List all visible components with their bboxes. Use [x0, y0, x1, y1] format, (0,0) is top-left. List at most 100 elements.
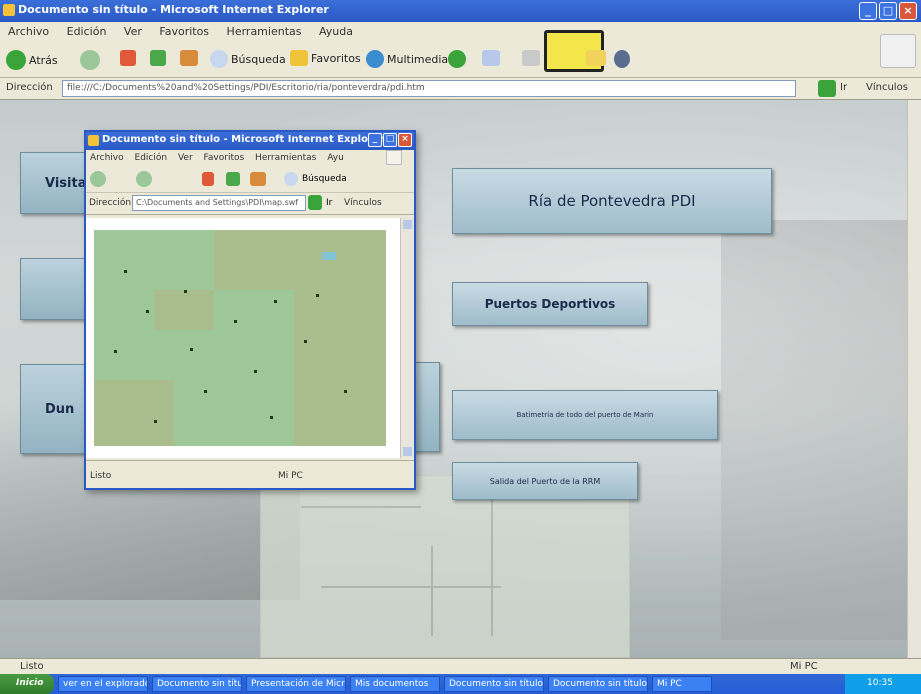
stop-icon: [120, 50, 136, 66]
mail-icon: [482, 50, 500, 66]
forward-button[interactable]: [80, 50, 100, 70]
popup-menu-ver[interactable]: Ver: [178, 153, 193, 163]
side-button-2[interactable]: [20, 258, 90, 320]
menu-bar: Archivo Edición Ver Favoritos Herramient…: [0, 22, 921, 42]
task-item[interactable]: Mis documentos: [350, 676, 440, 692]
status-text: Listo: [20, 661, 44, 672]
popup-home-icon[interactable]: [250, 172, 266, 186]
popup-menu-archivo[interactable]: Archivo: [90, 153, 124, 163]
background-map: [260, 475, 630, 658]
popup-window: Documento sin título - Microsoft Interne…: [84, 130, 416, 490]
popup-minimize-button[interactable]: _: [368, 133, 382, 147]
go-label[interactable]: Ir: [840, 82, 847, 93]
start-button[interactable]: Inicio: [0, 674, 54, 694]
search-icon: [210, 50, 228, 68]
menu-ayuda[interactable]: Ayuda: [319, 25, 353, 38]
print-button[interactable]: [522, 50, 540, 66]
status-bar: Listo Mi PC: [0, 658, 921, 674]
refresh-icon: [150, 50, 166, 66]
maximize-button[interactable]: □: [879, 2, 897, 20]
menu-favoritos[interactable]: Favoritos: [159, 25, 209, 38]
popup-title: Documento sin título - Microsoft Interne…: [102, 134, 385, 145]
task-item[interactable]: Mi PC: [652, 676, 712, 692]
popup-status-text: Listo: [90, 471, 112, 481]
popup-go-button[interactable]: [308, 195, 322, 210]
popup-titlebar: Documento sin título - Microsoft Interne…: [86, 132, 414, 150]
address-input[interactable]: file:///C:/Documents%20and%20Settings/PD…: [62, 80, 796, 97]
history-button[interactable]: [448, 50, 466, 68]
close-button[interactable]: ×: [899, 2, 917, 20]
windows-logo-icon: [386, 150, 402, 165]
popup-address-input[interactable]: C:\Documents and Settings\PDI\map.swf: [132, 195, 306, 211]
mail-button[interactable]: [482, 50, 500, 66]
minimize-button[interactable]: _: [859, 2, 877, 20]
page-scrollbar[interactable]: [907, 100, 921, 658]
popup-maximize-button[interactable]: □: [383, 133, 397, 147]
address-bar: Dirección file:///C:/Documents%20and%20S…: [0, 78, 921, 100]
menu-archivo[interactable]: Archivo: [8, 25, 49, 38]
map-image[interactable]: [94, 230, 386, 446]
window-titlebar: Documento sin título - Microsoft Interne…: [0, 0, 921, 22]
popup-menu-ayuda[interactable]: Ayu: [327, 153, 344, 163]
task-item[interactable]: ver en el explorador: [58, 676, 148, 692]
visita-button[interactable]: Visita: [20, 152, 90, 214]
messenger-button[interactable]: [614, 50, 630, 68]
popup-menu-herramientas[interactable]: Herramientas: [255, 153, 316, 163]
dun-button[interactable]: Dun: [20, 364, 90, 454]
popup-refresh-icon[interactable]: [226, 172, 240, 186]
status-zone: Mi PC: [790, 661, 818, 672]
task-item[interactable]: Documento sin título: [152, 676, 242, 692]
history-icon: [448, 50, 466, 68]
scroll-down-icon[interactable]: [403, 447, 412, 456]
ria-pontevedra-button[interactable]: Ría de Pontevedra PDI: [452, 168, 772, 234]
stop-button[interactable]: [120, 50, 136, 66]
links-label[interactable]: Vínculos: [866, 82, 908, 93]
address-label: Dirección: [6, 82, 53, 93]
back-arrow-icon: [6, 50, 26, 70]
popup-window-controls: _ □ ×: [368, 133, 412, 147]
popup-address-label: Dirección: [89, 198, 132, 208]
scroll-up-icon[interactable]: [403, 220, 412, 229]
search-button[interactable]: Búsqueda: [210, 50, 286, 68]
popup-viewport: [86, 218, 402, 458]
popup-close-button[interactable]: ×: [398, 133, 412, 147]
media-icon: [366, 50, 384, 68]
multimedia-button[interactable]: Multimedia: [366, 50, 448, 68]
back-button[interactable]: Atrás: [6, 50, 58, 70]
menu-ver[interactable]: Ver: [124, 25, 142, 38]
popup-address-bar: Dirección C:\Documents and Settings\PDI\…: [86, 193, 414, 215]
popup-menu-edicion[interactable]: Edición: [135, 153, 168, 163]
home-icon: [180, 50, 198, 66]
popup-forward-icon[interactable]: [136, 171, 152, 187]
ie-icon: [3, 4, 15, 16]
popup-go-label[interactable]: Ir: [326, 198, 332, 208]
popup-menu-favoritos[interactable]: Favoritos: [204, 153, 245, 163]
home-button[interactable]: [180, 50, 198, 66]
popup-menu-bar: Archivo Edición Ver Favoritos Herramient…: [86, 150, 414, 167]
popup-search-label[interactable]: Búsqueda: [302, 174, 347, 184]
go-button[interactable]: [818, 80, 836, 97]
favorites-button[interactable]: Favoritos: [290, 50, 361, 66]
popup-links-label[interactable]: Vínculos: [344, 198, 382, 208]
popup-back-icon[interactable]: [90, 171, 106, 187]
task-item[interactable]: Documento sin título: [548, 676, 648, 692]
popup-stop-icon[interactable]: [202, 172, 214, 186]
refresh-button[interactable]: [150, 50, 166, 66]
salida-puerto-button[interactable]: Salida del Puerto de la RRM: [452, 462, 638, 500]
window-title: Documento sin título - Microsoft Interne…: [18, 3, 329, 16]
folder-icon: [586, 50, 606, 66]
popup-scrollbar[interactable]: [400, 218, 414, 458]
window-controls: _ □ ×: [859, 2, 917, 20]
puertos-deportivos-button[interactable]: Puertos Deportivos: [452, 282, 648, 326]
print-icon: [522, 50, 540, 66]
task-item[interactable]: Documento sin título: [444, 676, 544, 692]
taskbar: Inicio ver en el explorador Documento si…: [0, 674, 921, 694]
menu-herramientas[interactable]: Herramientas: [227, 25, 302, 38]
task-item[interactable]: Presentación de Microsoft: [246, 676, 346, 692]
messenger-icon: [614, 50, 630, 68]
windows-logo-icon: [880, 34, 916, 68]
folder-button[interactable]: [586, 50, 606, 66]
popup-search-icon[interactable]: [284, 172, 298, 186]
menu-edicion[interactable]: Edición: [67, 25, 107, 38]
batimetria-button[interactable]: Batimetría de todo del puerto de Marín: [452, 390, 718, 440]
